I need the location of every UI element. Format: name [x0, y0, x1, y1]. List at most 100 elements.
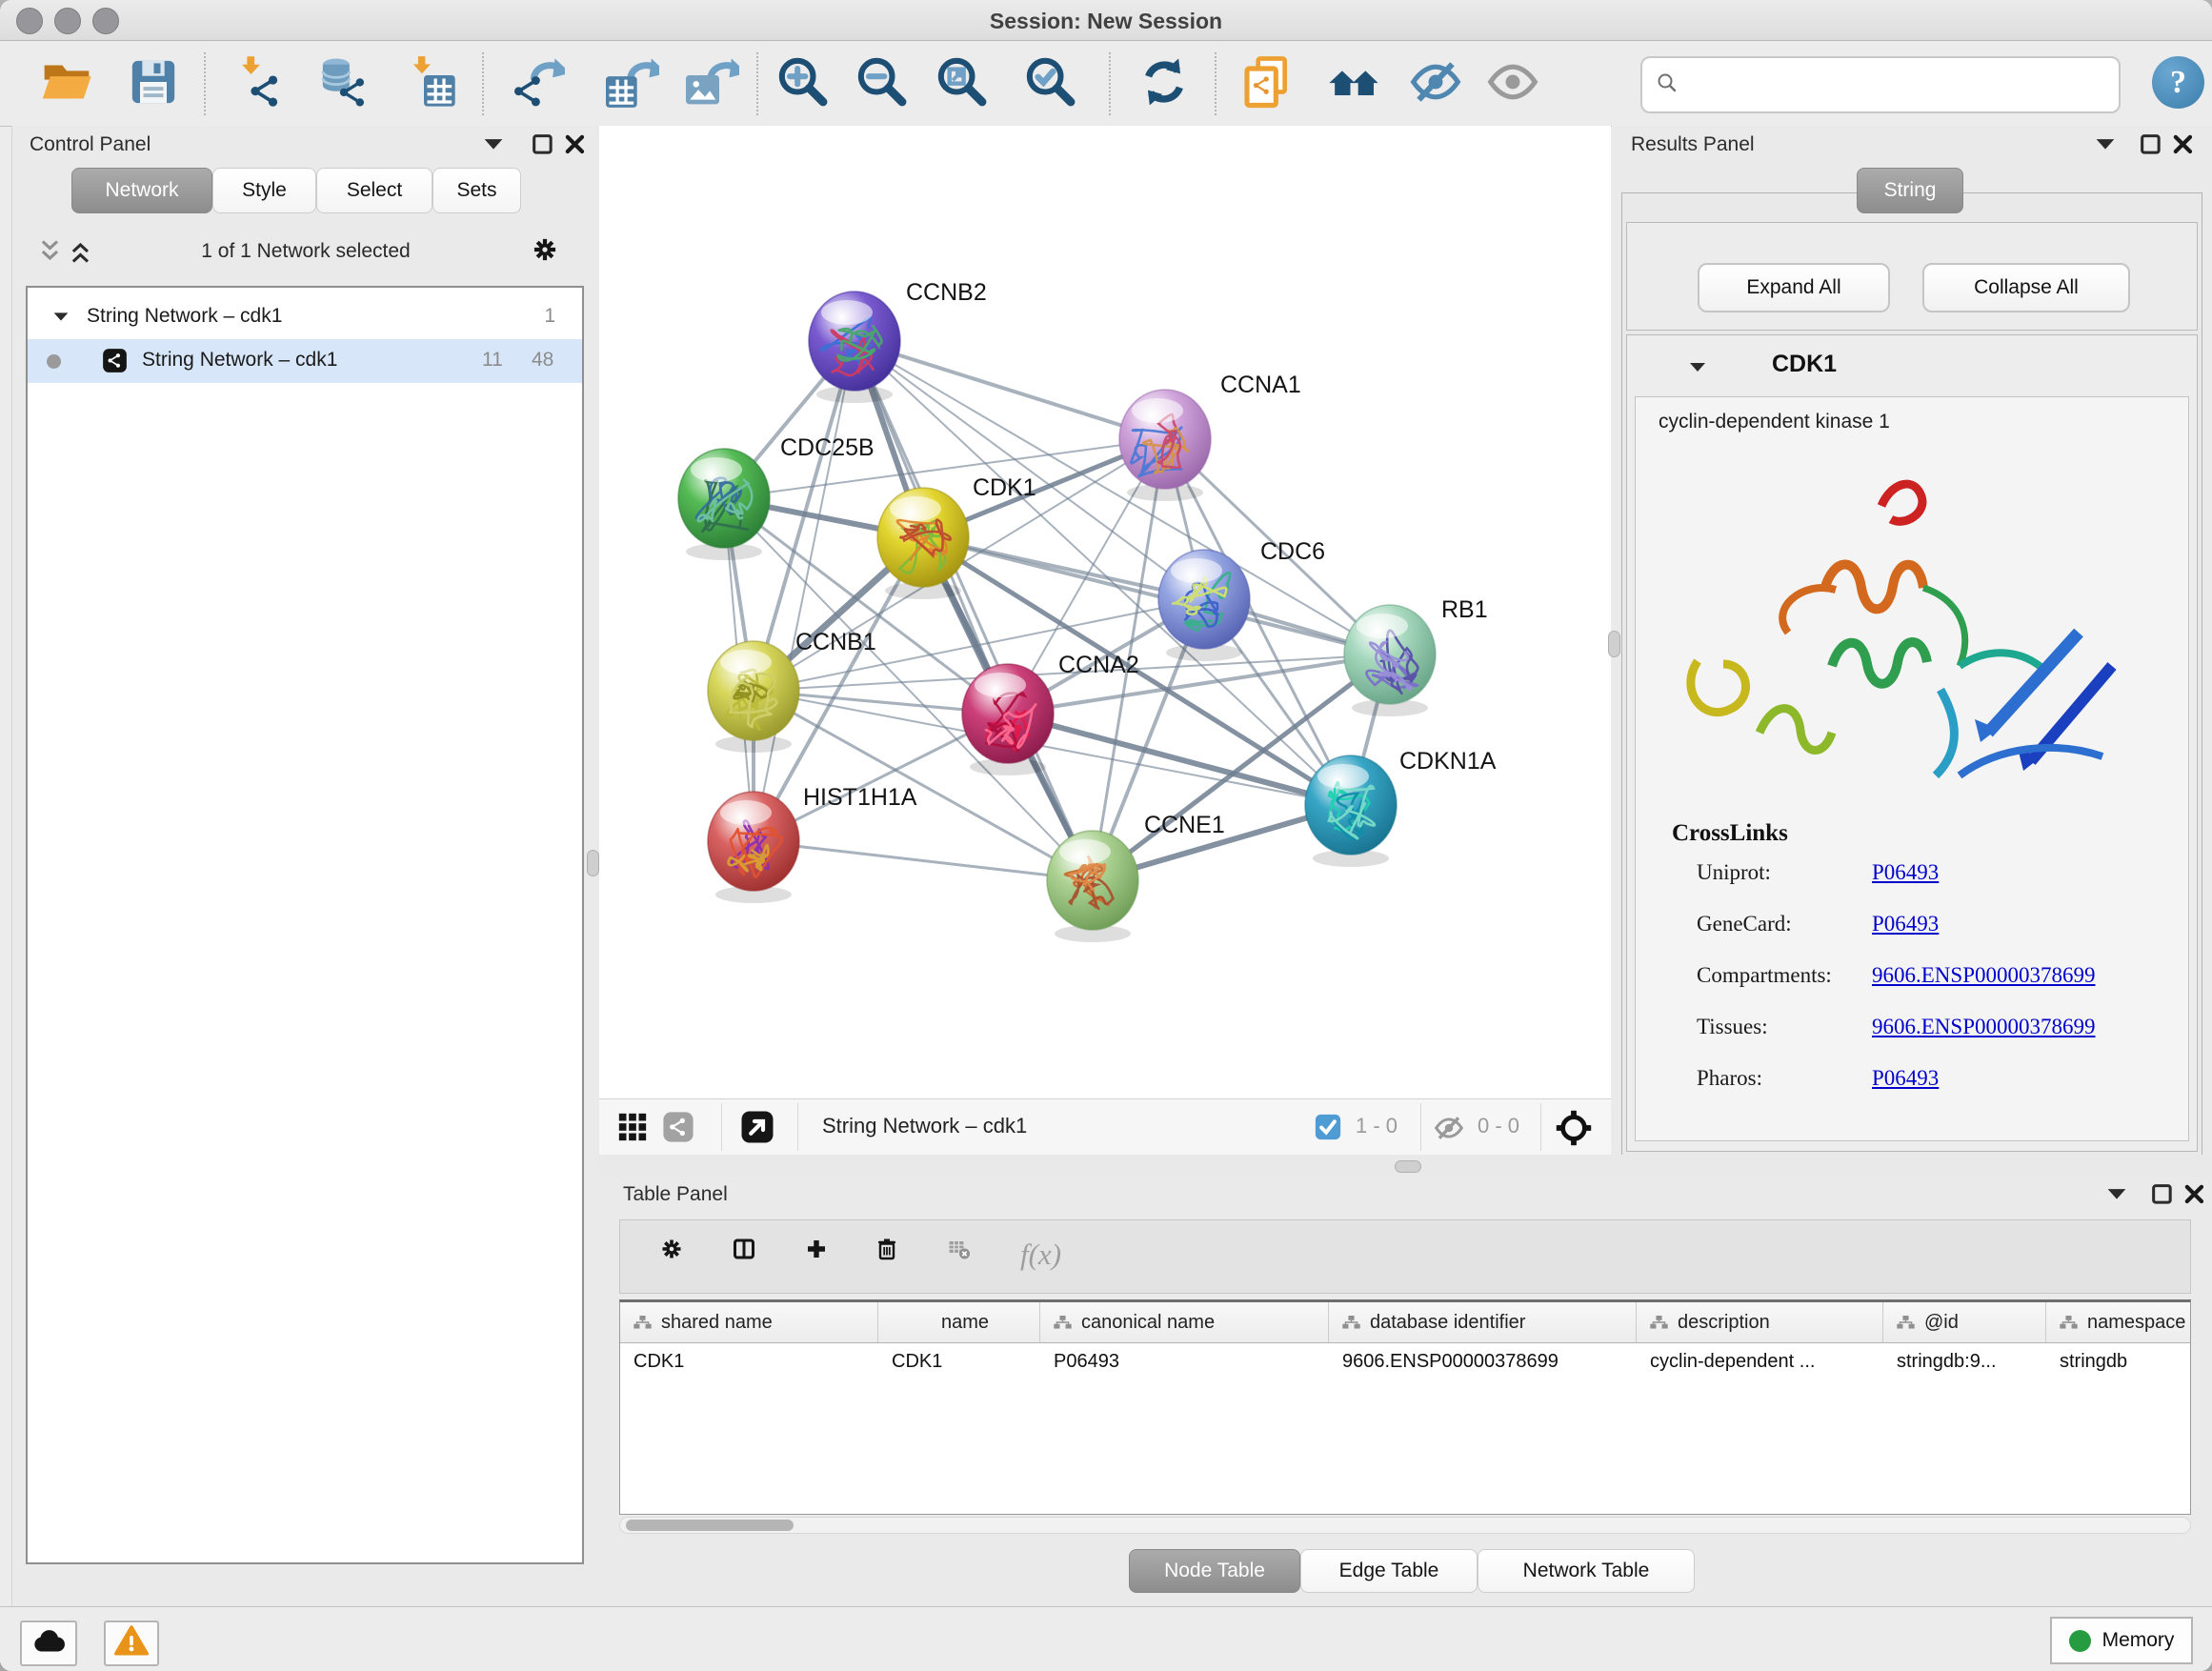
- import-network-from-file-button[interactable]: [230, 54, 289, 113]
- zoom-out-button[interactable]: [853, 54, 912, 113]
- help-button[interactable]: ?: [2152, 56, 2204, 109]
- table-horizontal-scrollbar[interactable]: [619, 1517, 2191, 1534]
- string-results-content: Expand All Collapse All CDK1 cyclin-depe…: [1621, 192, 2202, 1157]
- network-view[interactable]: CCNB2CCNA1CDC25BCDK1CDC6RB1CCNB1CCNA2CDK…: [599, 126, 1611, 1155]
- string-home-button[interactable]: [1324, 54, 1383, 113]
- panel-menu-icon[interactable]: [2092, 131, 2119, 158]
- tab-select[interactable]: Select: [316, 168, 432, 213]
- copy-network-button[interactable]: [1237, 54, 1297, 113]
- column-header-name[interactable]: name: [878, 1302, 1040, 1342]
- panel-close-icon[interactable]: [2182, 1181, 2208, 1208]
- network-status-dot: [47, 354, 61, 369]
- zoom-in-button[interactable]: [774, 54, 833, 113]
- column-header-description[interactable]: description: [1637, 1302, 1883, 1342]
- column-header-database-identifier[interactable]: database identifier: [1329, 1302, 1637, 1342]
- warnings-button[interactable]: [104, 1621, 159, 1666]
- zoom-fit-icon: [935, 55, 989, 113]
- network-row-selected[interactable]: String Network – cdk1 11 48: [28, 339, 582, 383]
- apply-preferred-layout-button[interactable]: [1135, 54, 1194, 113]
- network-canvas[interactable]: CCNB2CCNA1CDC25BCDK1CDC6RB1CCNB1CCNA2CDK…: [599, 126, 1611, 1104]
- table-cell[interactable]: stringdb: [2046, 1343, 2191, 1381]
- save-session-button[interactable]: [124, 54, 183, 113]
- open-in-window-icon[interactable]: [740, 1110, 774, 1144]
- scrollbar-thumb[interactable]: [626, 1520, 794, 1531]
- show-hide-details-button[interactable]: [1483, 54, 1542, 113]
- panel-menu-icon[interactable]: [2103, 1181, 2130, 1208]
- collection-expander-icon[interactable]: [50, 307, 71, 328]
- panel-float-icon[interactable]: [2138, 131, 2164, 158]
- panel-float-icon[interactable]: [530, 131, 556, 158]
- crosslink-link[interactable]: P06493: [1872, 912, 1939, 936]
- table-cell[interactable]: cyclin-dependent ...: [1637, 1343, 1883, 1381]
- svg-text:CCNE1: CCNE1: [1144, 812, 1225, 838]
- home-icon: [1327, 55, 1380, 113]
- share-view-icon[interactable]: [662, 1111, 694, 1143]
- network-collection-row[interactable]: String Network – cdk1 1: [28, 295, 582, 339]
- export-network-icon: [512, 55, 565, 113]
- table-cell[interactable]: stringdb:9...: [1883, 1343, 2046, 1381]
- collapse-all-button[interactable]: Collapse All: [1922, 263, 2130, 312]
- crosslink-link[interactable]: P06493: [1872, 860, 1939, 885]
- right-splitter-handle[interactable]: [1608, 631, 1620, 657]
- export-table-button[interactable]: [603, 54, 662, 113]
- cloud-button[interactable]: [20, 1621, 77, 1666]
- panel-close-icon[interactable]: [2170, 131, 2197, 158]
- column-header-shared-name[interactable]: shared name: [620, 1302, 878, 1342]
- delete-column-icon[interactable]: [875, 1238, 914, 1276]
- expand-all-button[interactable]: Expand All: [1698, 263, 1890, 312]
- splitter-handle[interactable]: [1395, 1160, 1421, 1173]
- panel-float-icon[interactable]: [2149, 1181, 2176, 1208]
- table-row[interactable]: CDK1CDK1P064939606.ENSP00000378699cyclin…: [620, 1343, 2190, 1381]
- zoom-selected-button[interactable]: [1021, 54, 1080, 113]
- create-column-icon[interactable]: [805, 1238, 843, 1276]
- table-cell[interactable]: CDK1: [620, 1343, 878, 1381]
- export-image-button[interactable]: [683, 54, 742, 113]
- crosslink-link[interactable]: 9606.ENSP00000378699: [1872, 1015, 2096, 1039]
- tab-network[interactable]: Network: [71, 168, 212, 213]
- crosslink-link[interactable]: P06493: [1872, 1066, 1939, 1091]
- export-network-button[interactable]: [509, 54, 568, 113]
- node-table[interactable]: shared namenamecanonical namedatabase id…: [619, 1299, 2191, 1515]
- column-header--id[interactable]: @id: [1883, 1302, 2046, 1342]
- cloud-icon: [31, 1624, 66, 1663]
- selected-checkbox-icon[interactable]: [1314, 1113, 1342, 1141]
- search-box[interactable]: [1640, 56, 2121, 113]
- tab-edge-table[interactable]: Edge Table: [1300, 1549, 1478, 1593]
- svg-text:CDC6: CDC6: [1260, 538, 1325, 565]
- zoom-fit-button[interactable]: [933, 54, 992, 113]
- results-buttons-box: Expand All Collapse All: [1626, 222, 2198, 331]
- panel-menu-icon[interactable]: [480, 131, 507, 158]
- birdseye-navigator-icon[interactable]: [1556, 1110, 1592, 1146]
- open-session-button[interactable]: [37, 54, 96, 113]
- grid-view-icon[interactable]: [616, 1111, 649, 1143]
- tab-string[interactable]: String: [1857, 168, 1963, 213]
- memory-button[interactable]: Memory: [2050, 1617, 2193, 1664]
- tab-node-table[interactable]: Node Table: [1129, 1549, 1300, 1593]
- show-graphics-details-button[interactable]: [1406, 54, 1465, 113]
- tab-network-table[interactable]: Network Table: [1478, 1549, 1695, 1593]
- left-splitter-handle[interactable]: [587, 850, 599, 876]
- results-panel-title: Results Panel: [1631, 133, 1755, 156]
- import-network-from-database-button[interactable]: [314, 54, 373, 113]
- search-input[interactable]: [1686, 65, 2119, 105]
- network-options-gear-icon[interactable]: [532, 236, 558, 263]
- eye-slash-blue-icon: [1409, 55, 1462, 113]
- tab-sets[interactable]: Sets: [432, 168, 521, 213]
- network-selection-summary: 1 of 1 Network selected: [12, 240, 599, 263]
- panel-close-icon[interactable]: [562, 131, 589, 158]
- table-cell[interactable]: P06493: [1040, 1343, 1329, 1381]
- window-title: Session: New Session: [0, 9, 2212, 34]
- crosslink-link[interactable]: 9606.ENSP00000378699: [1872, 963, 2096, 988]
- table-cell[interactable]: 9606.ENSP00000378699: [1329, 1343, 1637, 1381]
- table-cell[interactable]: CDK1: [878, 1343, 1040, 1381]
- import-table-from-file-button[interactable]: [401, 54, 460, 113]
- table-toolbar: f(x): [619, 1219, 2191, 1294]
- column-header-namespace[interactable]: namespace: [2046, 1302, 2191, 1342]
- gene-expander-icon[interactable]: [1686, 356, 1709, 379]
- table-options-gear-icon[interactable]: [660, 1238, 698, 1276]
- column-header-canonical-name[interactable]: canonical name: [1040, 1302, 1329, 1342]
- tree-column-icon: [1341, 1314, 1361, 1331]
- show-columns-icon[interactable]: [733, 1238, 771, 1276]
- zoom-out-icon: [855, 55, 909, 113]
- tab-style[interactable]: Style: [212, 168, 316, 213]
